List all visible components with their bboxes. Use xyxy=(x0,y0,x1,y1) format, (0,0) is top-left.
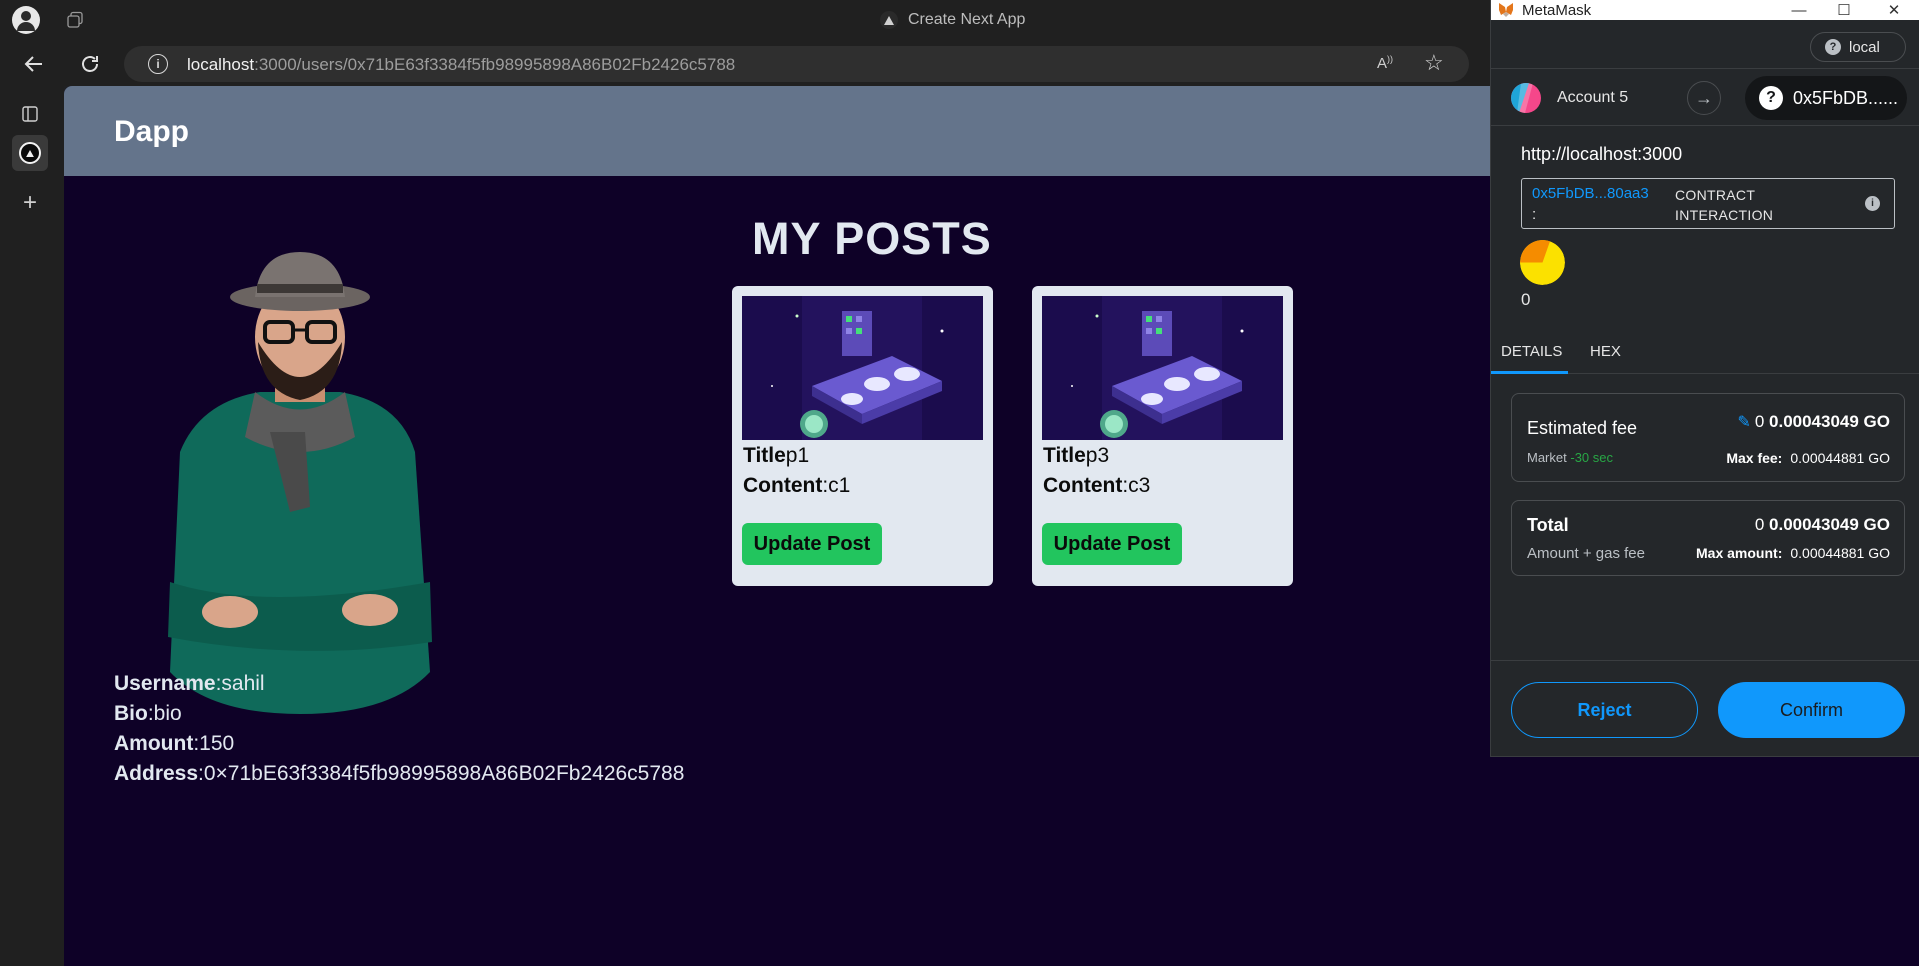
max-fee: Max fee: 0.00044881 GO xyxy=(1726,450,1890,466)
site-brand[interactable]: Dapp xyxy=(114,115,189,149)
post-content: Content:c3 xyxy=(1043,474,1151,497)
post-card: Titlep1 Content:c1 Update Post xyxy=(732,286,993,586)
post-card: Titlep3 Content:c3 Update Post xyxy=(1032,286,1293,586)
tab-actions-icon[interactable] xyxy=(66,11,84,29)
metamask-footer: Reject Confirm xyxy=(1491,660,1919,757)
profile-photo xyxy=(168,252,432,714)
origin-url: http://localhost:3000 xyxy=(1521,144,1683,164)
refresh-icon[interactable] xyxy=(76,50,104,78)
max-amount: Max amount: 0.00044881 GO xyxy=(1696,545,1890,561)
estimated-fee-label: Estimated fee xyxy=(1527,418,1638,438)
metamask-title: MetaMask xyxy=(1522,2,1592,19)
profile-username: Username:sahil xyxy=(114,672,265,695)
arrow-right-icon: → xyxy=(1687,81,1721,115)
post-title: Titlep3 xyxy=(1043,444,1110,467)
profile-address: Address:0×71bE63f3384f5fb98995898A86B02F… xyxy=(114,762,685,785)
post-image xyxy=(742,296,983,440)
info-icon[interactable]: i xyxy=(1865,196,1880,211)
posts-heading: MY POSTS xyxy=(752,213,992,264)
metamask-tabs: DETAILS HEX xyxy=(1491,332,1919,374)
close-icon[interactable]: ✕ xyxy=(1871,0,1917,20)
edit-pencil-icon[interactable]: ✎ xyxy=(1737,412,1750,432)
post-content: Content:c1 xyxy=(743,474,851,497)
total-sub-label: Amount + gas fee xyxy=(1527,545,1645,562)
profile-amount: Amount:150 xyxy=(114,732,235,755)
total-box: Total Amount + gas fee 0 0.00043049 GO M… xyxy=(1511,500,1905,576)
contract-address-link[interactable]: 0x5FbDB...80aa3 xyxy=(1532,185,1649,202)
tab-panel-icon[interactable] xyxy=(12,96,48,132)
new-tab-plus-icon[interactable]: + xyxy=(12,185,48,221)
update-post-button[interactable]: Update Post xyxy=(742,523,882,565)
account-avatar[interactable] xyxy=(1511,83,1541,113)
browser-sidebar: + xyxy=(0,86,64,966)
reject-button[interactable]: Reject xyxy=(1511,682,1698,738)
network-question-icon: ? xyxy=(1825,39,1841,55)
estimated-fee-value: ✎ 0 0.00043049 GO xyxy=(1737,412,1890,432)
contract-type-label: CONTRACT INTERACTION xyxy=(1675,187,1774,223)
total-value: 0 0.00043049 GO xyxy=(1754,515,1890,534)
minimize-icon[interactable]: — xyxy=(1776,0,1822,20)
profile-bio: Bio:bio xyxy=(114,702,182,725)
nextjs-favicon-icon xyxy=(880,11,898,29)
market-speed[interactable]: Market -30 sec xyxy=(1527,450,1613,465)
update-post-button[interactable]: Update Post xyxy=(1042,523,1182,565)
tab-title: Create Next App xyxy=(908,11,1026,28)
address-bar[interactable]: i localhost:3000/users/0x71bE63f3384f5fb… xyxy=(124,46,1469,82)
active-tab[interactable]: Create Next App xyxy=(880,10,1025,30)
url-text[interactable]: localhost:3000/users/0x71bE63f3384f5fb98… xyxy=(187,55,735,75)
estimated-fee-box: Estimated fee Market -30 sec ✎ 0 0.000430… xyxy=(1511,393,1905,482)
nextjs-favicon-icon xyxy=(19,142,41,164)
account-row: Account 5 → ? 0x5FbDB...... xyxy=(1491,68,1919,126)
back-icon[interactable] xyxy=(20,50,48,78)
tab-details[interactable]: DETAILS xyxy=(1501,343,1562,360)
contract-colon: : xyxy=(1532,206,1537,223)
recipient-question-icon: ? xyxy=(1759,86,1783,110)
post-title: Titlep1 xyxy=(743,444,810,467)
network-name: local xyxy=(1849,38,1880,56)
site-info-icon[interactable]: i xyxy=(148,54,168,74)
tab-hex[interactable]: HEX xyxy=(1590,343,1621,360)
confirm-button[interactable]: Confirm xyxy=(1718,682,1905,738)
recipient-address: 0x5FbDB...... xyxy=(1793,87,1899,108)
total-label: Total xyxy=(1527,515,1569,535)
recipient-pill[interactable]: ? 0x5FbDB...... xyxy=(1745,76,1907,120)
account-name: Account 5 xyxy=(1557,89,1629,106)
metamask-popup: MetaMask — ☐ ✕ ? local Account 5 → ? 0x5… xyxy=(1490,0,1919,757)
network-selector[interactable]: ? local xyxy=(1810,32,1906,62)
post-image xyxy=(1042,296,1283,440)
read-aloud-icon[interactable]: A)) xyxy=(1377,54,1399,74)
vertical-tab-nextjs[interactable] xyxy=(12,135,48,171)
token-amount: 0 xyxy=(1521,290,1531,309)
token-icon xyxy=(1520,240,1565,285)
active-tab-indicator xyxy=(1491,371,1568,374)
maximize-icon[interactable]: ☐ xyxy=(1821,0,1867,20)
metamask-fox-icon xyxy=(1499,3,1513,17)
profile-icon[interactable] xyxy=(12,6,40,34)
favorite-star-icon[interactable]: ☆ xyxy=(1424,52,1448,76)
metamask-titlebar: MetaMask — ☐ ✕ xyxy=(1491,0,1919,20)
contract-interaction-box: 0x5FbDB...80aa3 : CONTRACT INTERACTION i xyxy=(1521,178,1895,229)
